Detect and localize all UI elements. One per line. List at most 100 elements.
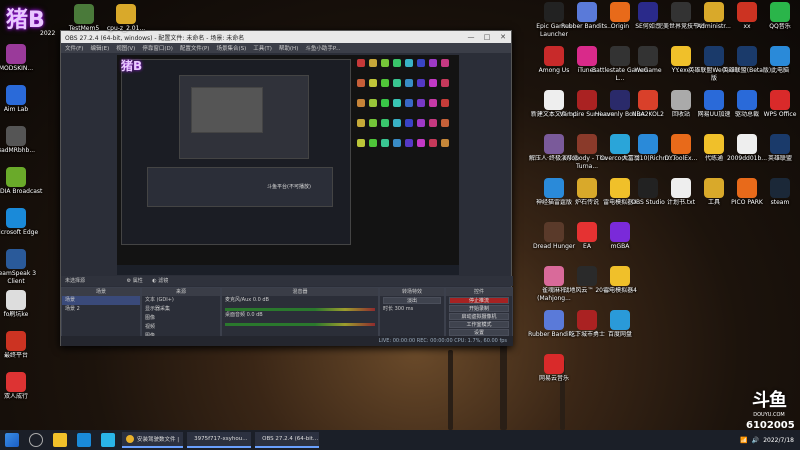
taskbar: 安装驾驶数文件 | 3975f717-xsyhou... OBS 27.2.4 (6…: [0, 430, 800, 450]
baidu-icon: [610, 310, 630, 330]
desktop-shortcut[interactable]: 最终平台: [0, 331, 44, 360]
preview-icon: [381, 139, 389, 147]
source-item[interactable]: 显示器采集: [142, 305, 220, 314]
menu-item[interactable]: 配置文件(P): [180, 44, 210, 52]
clock[interactable]: 2022/7/18: [763, 437, 794, 444]
scene-item[interactable]: 场景: [62, 296, 140, 305]
preview-icon: [441, 139, 449, 147]
menu-item[interactable]: 停靠窗口(D): [142, 44, 173, 52]
search-icon[interactable]: [29, 433, 43, 447]
desktop-shortcut[interactable]: 百度网盘: [592, 310, 648, 339]
nvidia-icon: [6, 167, 26, 187]
volume-icon[interactable]: 🔊: [752, 437, 759, 444]
properties-label: 属性: [132, 278, 143, 284]
douyu-logo: 斗鱼: [752, 390, 787, 411]
close-icon[interactable]: ✕: [495, 33, 511, 41]
desktop-shortcut[interactable]: mGBA: [592, 222, 648, 251]
filters-button[interactable]: ◐ 滤镜: [152, 278, 168, 284]
preview-icon: [417, 59, 425, 67]
folder-icon: [116, 4, 136, 24]
mixer-channel-label: 麦克风/Aux 0.0 dB: [225, 297, 269, 303]
taskbar-app[interactable]: 3975f717-xsyhou...: [187, 432, 252, 448]
scenes-header: 场景: [62, 288, 140, 296]
menu-item[interactable]: 斗鱼小助手P...: [305, 44, 340, 52]
volume-meter[interactable]: [225, 323, 375, 326]
edge-icon[interactable]: [77, 433, 91, 447]
network-icon[interactable]: 📶: [740, 437, 747, 444]
transition-select[interactable]: 淡出: [383, 297, 441, 304]
desktop-shortcut[interactable]: TeamSpeak 3 Client: [0, 249, 44, 286]
desktop-shortcut-label: 网易云音乐: [538, 375, 569, 382]
scene-item[interactable]: 场景 2: [62, 305, 140, 314]
obs-window[interactable]: OBS 27.2.4 (64-bit, windows) - 配置文件: 未命名…: [60, 30, 513, 346]
source-item[interactable]: 视频: [142, 323, 220, 332]
maximize-icon[interactable]: □: [479, 33, 495, 41]
taskbar-app[interactable]: 安装驾驶数文件 |: [122, 432, 184, 448]
minimize-icon[interactable]: —: [463, 33, 479, 41]
file-explorer-icon[interactable]: [53, 433, 67, 447]
preview-icon: [441, 99, 449, 107]
properties-button[interactable]: ⚙ 属性: [127, 278, 143, 284]
desktop-shortcut[interactable]: Aim Lab: [0, 85, 44, 114]
desktop-shortcut[interactable]: cpu-z_2.01...: [98, 4, 154, 33]
desktop-shortcut-label: fo刷坑ke: [3, 311, 29, 318]
desktop-shortcut[interactable]: fo刷坑ke: [0, 290, 44, 319]
preview-icon: [357, 139, 365, 147]
menu-item[interactable]: 帮助(H): [279, 44, 298, 52]
volume-meter[interactable]: [225, 308, 375, 311]
taskbar-app[interactable]: OBS 27.2.4 (64-bit...: [255, 432, 320, 448]
memory-test-icon: [74, 4, 94, 24]
desktop-shortcut[interactable]: 此电脑: [752, 46, 800, 75]
control-button[interactable]: 工作室模式: [449, 321, 509, 328]
lol-icon: [770, 134, 790, 154]
desktop-shortcut[interactable]: 英雄联盟: [752, 134, 800, 163]
desktop-shortcut[interactable]: WPS Office: [752, 90, 800, 119]
desktop-shortcut[interactable]: 双人成行: [0, 372, 44, 401]
preview-icon: [393, 59, 401, 67]
desktop-shortcut-label: BadMRbhb...: [0, 147, 36, 154]
desktop-shortcut[interactable]: Microsoft Edge: [0, 208, 44, 237]
preview-icon: [393, 119, 401, 127]
source-item[interactable]: 文本 (GDI+): [142, 296, 220, 305]
desktop-shortcut[interactable]: BadMRbhb...: [0, 126, 44, 155]
menu-item[interactable]: 场景集合(S): [216, 44, 246, 52]
obs-preview[interactable]: 斗鱼平台(不可播放) 猪B: [117, 55, 459, 275]
preview-icon: [441, 59, 449, 67]
control-button[interactable]: 设置: [449, 329, 509, 336]
desktop-shortcut[interactable]: 雷电模拟器4: [592, 266, 648, 295]
streamer-tag: 猪B: [6, 8, 45, 33]
preview-icon: [405, 99, 413, 107]
preview-icon: [429, 79, 437, 87]
background-dock-post: [448, 350, 453, 430]
taskbar-app-label: 安装驾驶数文件 |: [137, 437, 180, 443]
menu-item[interactable]: 文件(F): [65, 44, 83, 52]
source-item[interactable]: 图像: [142, 314, 220, 323]
desktop-shortcut-label: QQ音乐: [769, 23, 791, 30]
preview-taskbar: [117, 265, 459, 275]
menu-item[interactable]: 工具(T): [253, 44, 272, 52]
desktop-shortcut[interactable]: MODSKIN...: [0, 44, 44, 73]
preview-icon: [369, 59, 377, 67]
desktop-shortcut-label: Aim Lab: [3, 106, 29, 113]
menu-item[interactable]: 编辑(E): [90, 44, 109, 52]
desktop-shortcut-label: 雷电模拟器4: [603, 287, 637, 294]
taskbar-app-label: 3975f717-xsyhou...: [194, 436, 248, 442]
control-button[interactable]: 启动虚拟摄像机: [449, 313, 509, 320]
desktop-shortcut[interactable]: steam: [752, 178, 800, 207]
desktop-shortcut-label: steam: [770, 199, 790, 206]
control-button[interactable]: 开始录制: [449, 305, 509, 312]
desktop-shortcut[interactable]: 网易云音乐: [526, 354, 582, 383]
preview-text: 斗鱼平台(不可播放): [267, 184, 311, 190]
control-button[interactable]: 停止推流: [449, 297, 509, 304]
teamspeak-icon: [6, 249, 26, 269]
duration-input[interactable]: 300 ms: [395, 306, 414, 312]
desktop-shortcut[interactable]: NVIDIA Broadcast: [0, 167, 44, 196]
mixer-channel: 麦克风/Aux 0.0 dB: [222, 296, 378, 311]
qq-icon[interactable]: [101, 433, 115, 447]
preview-icon: [381, 79, 389, 87]
windows-start-icon[interactable]: [5, 433, 19, 447]
menu-item[interactable]: 视图(V): [116, 44, 135, 52]
streamer-date: 2022: [40, 30, 56, 37]
desktop-shortcut[interactable]: QQ音乐: [752, 2, 800, 31]
sources-list: 文本 (GDI+)显示器采集图像视频图像: [142, 296, 220, 341]
